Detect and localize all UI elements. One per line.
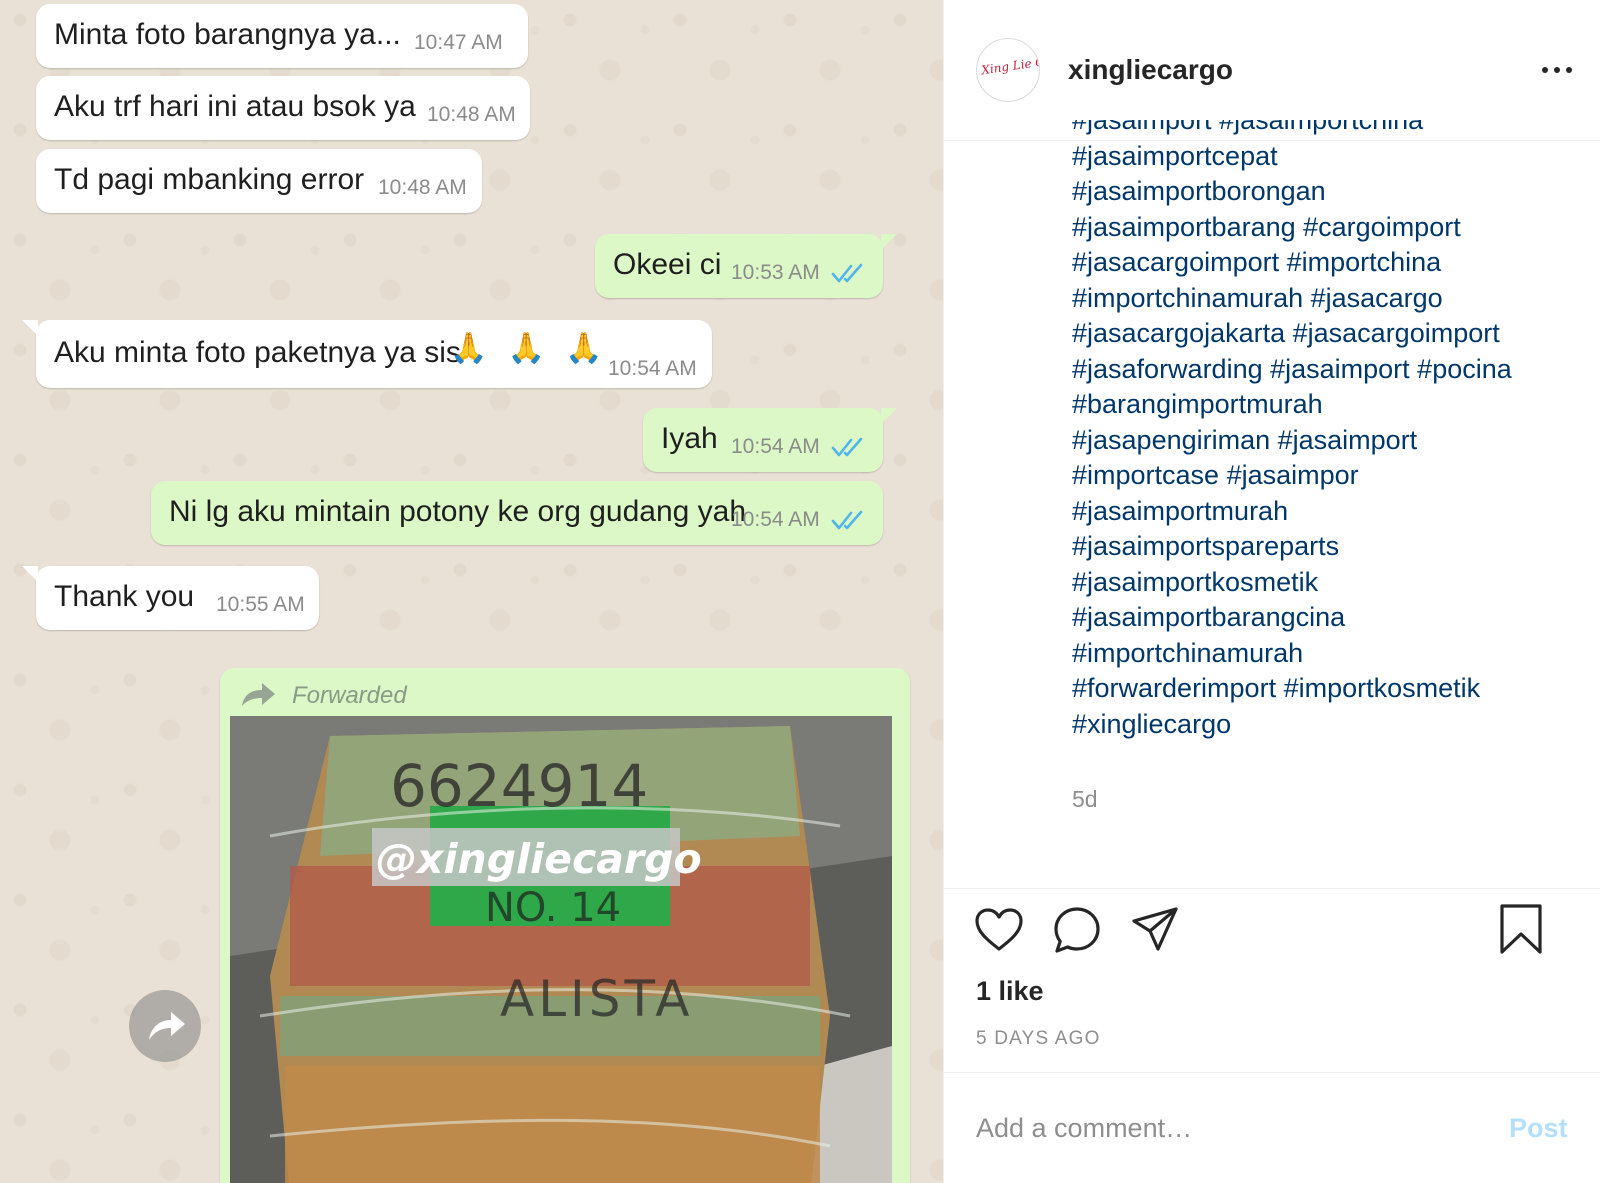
bubble-tail — [22, 320, 38, 336]
read-ticks-icon — [831, 263, 863, 283]
read-ticks-icon — [831, 510, 863, 530]
more-icon[interactable] — [1540, 58, 1574, 82]
comment-input[interactable] — [976, 1113, 1456, 1144]
message-time: 10:53 AM — [731, 261, 820, 284]
post-comment-button[interactable]: Post — [1509, 1113, 1568, 1144]
hashtag-line[interactable]: #forwarderimport #importkosmetik — [1072, 671, 1512, 707]
hashtag-line[interactable]: #jasaimportbarangcina — [1072, 600, 1512, 636]
message-bubble: Okeei ci 10:53 AM — [595, 234, 897, 298]
pray-emoji: 🙏 🙏 🙏 — [450, 332, 609, 365]
photo-watermark: @xingliecargo — [376, 835, 702, 883]
message-bubble: Aku minta foto paketnya ya sis 🙏 🙏 🙏 10:… — [22, 320, 712, 388]
message-time: 10:48 AM — [427, 103, 516, 126]
message-time: 10:54 AM — [731, 508, 820, 531]
bookmark-icon[interactable] — [1498, 903, 1544, 955]
message-bubble: Minta foto barangnya ya... 10:47 AM — [36, 4, 528, 68]
post-caption: #jasaimport #jasaimportchina #jasaimportc… — [1072, 120, 1582, 770]
box-writing-name: ALISTA — [500, 970, 693, 1028]
comment-bar: Post — [944, 1072, 1600, 1183]
hashtag-line[interactable]: #jasaimportkosmetik — [1072, 565, 1512, 601]
message-time: 10:47 AM — [414, 31, 503, 54]
hashtag-line[interactable]: #barangimportmurah — [1072, 387, 1512, 423]
message-bubble: Thank you 10:55 AM — [22, 566, 319, 630]
message-text: Ni lg aku mintain potony ke org gudang y… — [169, 495, 747, 528]
message-text: Aku trf hari ini atau bsok ya — [54, 90, 416, 123]
package-photo-art: 6624914 NO. 14 ALISTA @xingliecargo — [230, 716, 892, 1183]
message-time: 10:54 AM — [731, 435, 820, 458]
post-date: 5 DAYS AGO — [976, 1028, 1101, 1049]
message-text: Thank you — [54, 580, 195, 613]
hashtag-line[interactable]: #jasaimport #jasaimportchina — [1072, 120, 1512, 139]
message-text: Iyah — [661, 422, 718, 455]
hashtag-line[interactable]: #importcase #jasaimpor — [1072, 458, 1512, 494]
message-text: Minta foto barangnya ya... — [54, 18, 401, 51]
box-writing-number: 6624914 — [390, 752, 648, 820]
hashtag-line[interactable]: #jasaimportcepat — [1072, 139, 1512, 175]
message-time: 10:48 AM — [378, 176, 467, 199]
avatar[interactable]: Xing Lie Cargo — [976, 38, 1040, 102]
share-icon[interactable] — [1130, 905, 1180, 953]
forward-icon — [242, 683, 275, 706]
hashtag-line[interactable]: #jasaforwarding #jasaimport #pocina — [1072, 352, 1512, 388]
hashtag-line[interactable]: #jasaimportmurah — [1072, 494, 1512, 530]
bubble-tail — [881, 408, 897, 424]
comment-icon[interactable] — [1052, 905, 1102, 955]
hashtag-line[interactable]: #jasacargoimport #importchina — [1072, 245, 1512, 281]
instagram-post-panel: Xing Lie Cargo xingliecargo #jasaimport … — [943, 0, 1600, 1183]
package-photo[interactable]: 6624914 NO. 14 ALISTA @xingliecargo — [230, 716, 892, 1183]
forward-share-button[interactable] — [129, 990, 201, 1062]
hashtag-line[interactable]: #importchinamurah #jasacargo — [1072, 281, 1512, 317]
hashtag-line[interactable]: #jasaimportborongan — [1072, 174, 1512, 210]
caption-hashtags: #jasaimport #jasaimportchina #jasaimportc… — [1072, 120, 1512, 742]
message-text: Aku minta foto paketnya ya sis — [54, 336, 461, 369]
read-ticks-icon — [831, 437, 863, 457]
hashtag-line[interactable]: #jasaimportspareparts — [1072, 529, 1512, 565]
message-time: 10:55 AM — [216, 593, 305, 616]
bubble-tail — [881, 234, 897, 250]
message-bubble: Aku trf hari ini atau bsok ya 10:48 AM — [36, 76, 530, 140]
like-count[interactable]: 1 like — [976, 976, 1044, 1007]
bubble-tail — [22, 566, 38, 582]
chat-screenshot: Minta foto barangnya ya... 10:47 AM Aku … — [0, 0, 943, 1183]
box-writing-no: NO. 14 — [485, 885, 621, 931]
message-text: Okeei ci — [613, 248, 722, 281]
hashtag-line[interactable]: #importchinamurah — [1072, 636, 1512, 672]
username-link[interactable]: xingliecargo — [1068, 54, 1233, 86]
avatar-logo-text: Xing Lie Cargo — [980, 50, 1040, 78]
forwarded-message: Forwarded 6624914 NO. 14 ALISTA @xinglie… — [220, 668, 910, 1183]
hashtag-line[interactable]: #jasacargojakarta #jasacargoimport — [1072, 316, 1512, 352]
message-bubble: Iyah 10:54 AM — [643, 408, 897, 472]
caption-age: 5d — [1072, 786, 1098, 812]
message-time: 10:54 AM — [608, 357, 697, 380]
heart-icon[interactable] — [974, 907, 1024, 953]
share-arrow-icon — [149, 1012, 185, 1040]
message-text: Td pagi mbanking error — [54, 163, 365, 196]
hashtag-line[interactable]: #jasapengiriman #jasaimport — [1072, 423, 1512, 459]
hashtag-line[interactable]: #xingliecargo — [1072, 707, 1512, 743]
message-bubble: Td pagi mbanking error 10:48 AM — [36, 149, 482, 213]
forwarded-label: Forwarded — [292, 682, 407, 709]
hashtag-line[interactable]: #jasaimportbarang #cargoimport — [1072, 210, 1512, 246]
message-bubble: Ni lg aku mintain potony ke org gudang y… — [151, 481, 883, 545]
